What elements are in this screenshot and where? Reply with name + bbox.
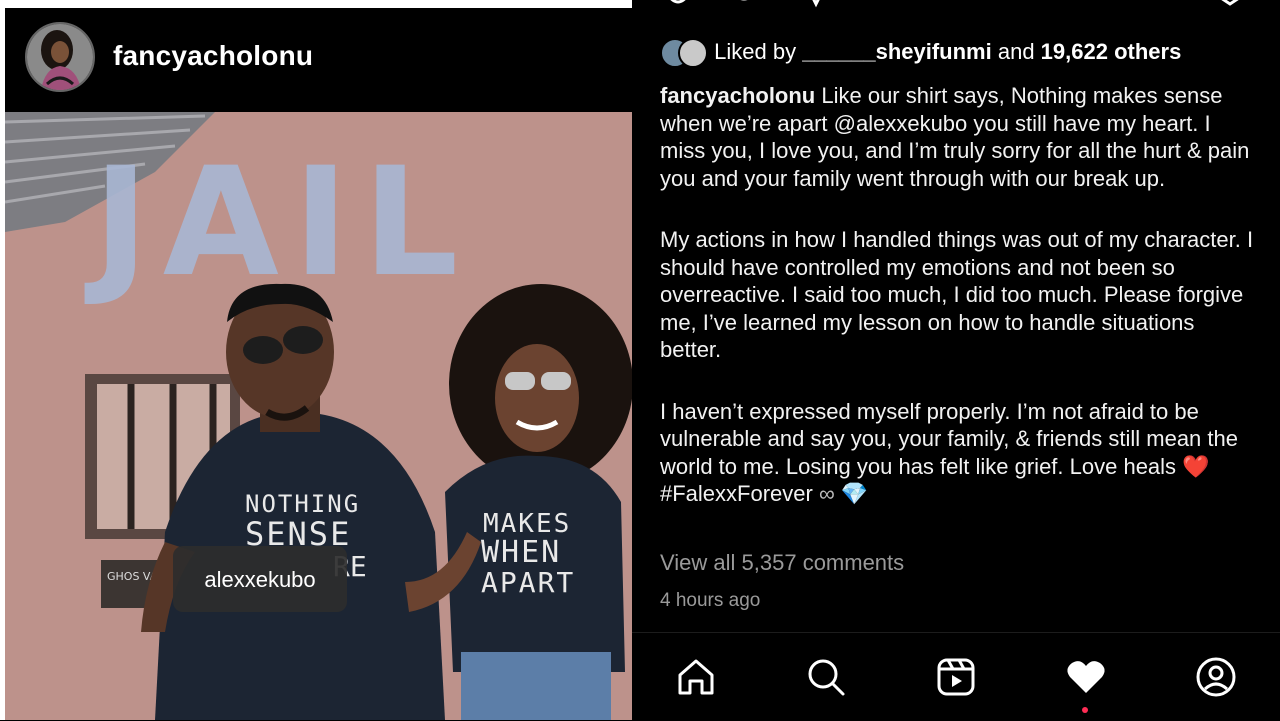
like-action-icon[interactable]	[662, 0, 694, 10]
user-tag-text: alexxekubo	[204, 567, 316, 592]
home-icon[interactable]	[674, 655, 718, 699]
infinity-icon: ∞	[818, 481, 835, 506]
profile-icon[interactable]	[1194, 655, 1238, 699]
post-card: fancyacholonu JAIL GHOS VAR NOTHING SENS…	[5, 8, 632, 720]
user-tag-label[interactable]: alexxekubo	[173, 546, 347, 612]
heart-icon[interactable]	[1064, 655, 1108, 699]
post-screenshot-panel: fancyacholonu JAIL GHOS VAR NOTHING SENS…	[0, 0, 632, 720]
liker-avatar-icon	[678, 38, 708, 68]
search-icon[interactable]	[804, 655, 848, 699]
post-header: fancyacholonu	[5, 8, 632, 112]
caption-paragraph-3: I haven’t expressed myself properly. I’m…	[660, 398, 1260, 508]
caption-username[interactable]: fancyacholonu	[660, 83, 815, 108]
caption-panel: Liked by ______sheyifunmi and 19,622 oth…	[632, 0, 1280, 720]
shirt-text-right-3: APART	[481, 566, 575, 599]
heart-emoji-icon: ❤️	[1182, 453, 1210, 479]
hashtag-link[interactable]: #FalexxForever	[660, 481, 819, 506]
bottom-nav	[632, 632, 1280, 721]
notification-dot	[1082, 707, 1088, 713]
share-action-icon[interactable]	[804, 0, 828, 10]
post-timestamp: 4 hours ago	[660, 590, 761, 611]
caption-paragraph-1: fancyacholonu Like our shirt says, Nothi…	[660, 82, 1260, 192]
reels-icon[interactable]	[934, 655, 978, 699]
likes-prefix: Liked by	[714, 38, 803, 64]
likes-summary[interactable]: Liked by ______sheyifunmi and 19,622 oth…	[660, 38, 1181, 68]
gem-emoji-icon: 💎	[840, 481, 869, 506]
wall-sign: JAIL	[84, 136, 472, 310]
comment-action-icon[interactable]	[728, 0, 760, 10]
post-photo[interactable]: JAIL GHOS VAR NOTHING SENSE RE MAKES WHE…	[5, 112, 632, 720]
view-comments-link[interactable]: View all 5,357 comments	[660, 550, 904, 576]
user-avatar[interactable]	[25, 22, 95, 92]
likes-middle: and	[991, 38, 1041, 64]
likes-count[interactable]: 19,622 others	[1041, 39, 1182, 64]
caption-paragraph-2: My actions in how I handled things was o…	[660, 227, 1254, 362]
save-action-icon[interactable]	[1214, 0, 1246, 10]
post-caption: fancyacholonu Like our shirt says, Nothi…	[660, 82, 1260, 542]
caption-text-3: I haven’t expressed myself properly. I’m…	[660, 398, 1238, 479]
liker-username[interactable]: ______sheyifunmi	[802, 39, 992, 64]
shirt-text-left-1: NOTHING	[245, 490, 360, 518]
post-username[interactable]: fancyacholonu	[113, 40, 313, 72]
shirt-text-right-2: WHEN	[481, 535, 561, 570]
